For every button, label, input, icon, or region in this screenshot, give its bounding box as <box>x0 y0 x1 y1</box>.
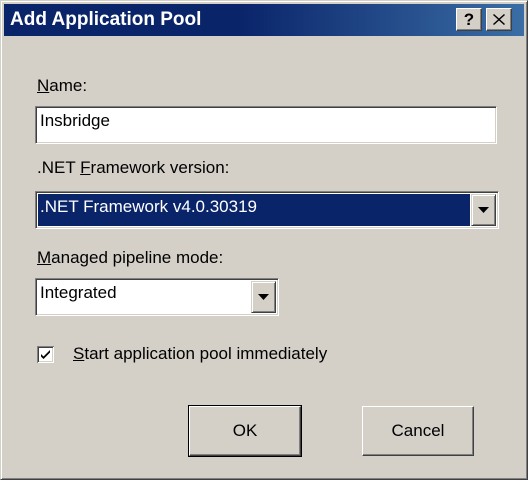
close-icon <box>493 14 505 25</box>
chevron-down-icon <box>478 207 489 213</box>
ok-button-frame: OK <box>188 405 302 457</box>
pipeline-mode-value: Integrated <box>40 283 117 302</box>
title-bar[interactable]: Add Application Pool ? <box>4 4 524 36</box>
add-application-pool-dialog: Add Application Pool ? Name: Insbridge .… <box>0 0 528 480</box>
framework-dropdown-button[interactable] <box>471 194 496 226</box>
framework-version-select[interactable]: .NET Framework v4.0.30319 <box>35 191 499 229</box>
name-input-value: Insbridge <box>40 111 110 130</box>
pipeline-mode-label: Managed pipeline mode: <box>37 248 224 267</box>
pipeline-mode-select[interactable]: Integrated <box>35 278 279 316</box>
framework-version-value: .NET Framework v4.0.30319 <box>40 197 257 216</box>
pipeline-dropdown-button[interactable] <box>251 281 276 313</box>
start-immediately-checkbox[interactable] <box>37 346 54 363</box>
checkmark-icon <box>37 346 54 363</box>
help-icon: ? <box>463 9 475 29</box>
framework-version-label: .NET Framework version: <box>37 158 230 177</box>
ok-button[interactable]: OK <box>189 406 301 456</box>
close-button[interactable] <box>486 8 512 31</box>
dialog-title: Add Application Pool <box>10 9 202 30</box>
cancel-button[interactable]: Cancel <box>362 406 474 456</box>
name-label: Name: <box>37 76 88 95</box>
name-input[interactable]: Insbridge <box>35 106 497 144</box>
chevron-down-icon <box>258 294 269 300</box>
start-immediately-label[interactable]: Start application pool immediately <box>73 344 327 364</box>
framework-version-selection: .NET Framework v4.0.30319 <box>38 194 470 226</box>
help-button[interactable]: ? <box>456 8 482 31</box>
